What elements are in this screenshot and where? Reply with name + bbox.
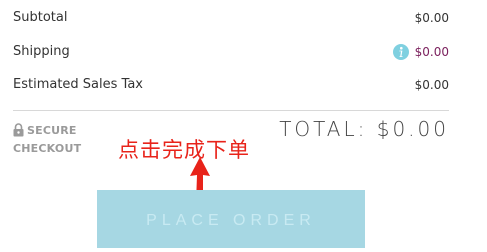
place-order-button[interactable]: PLACE ORDER — [97, 190, 365, 248]
